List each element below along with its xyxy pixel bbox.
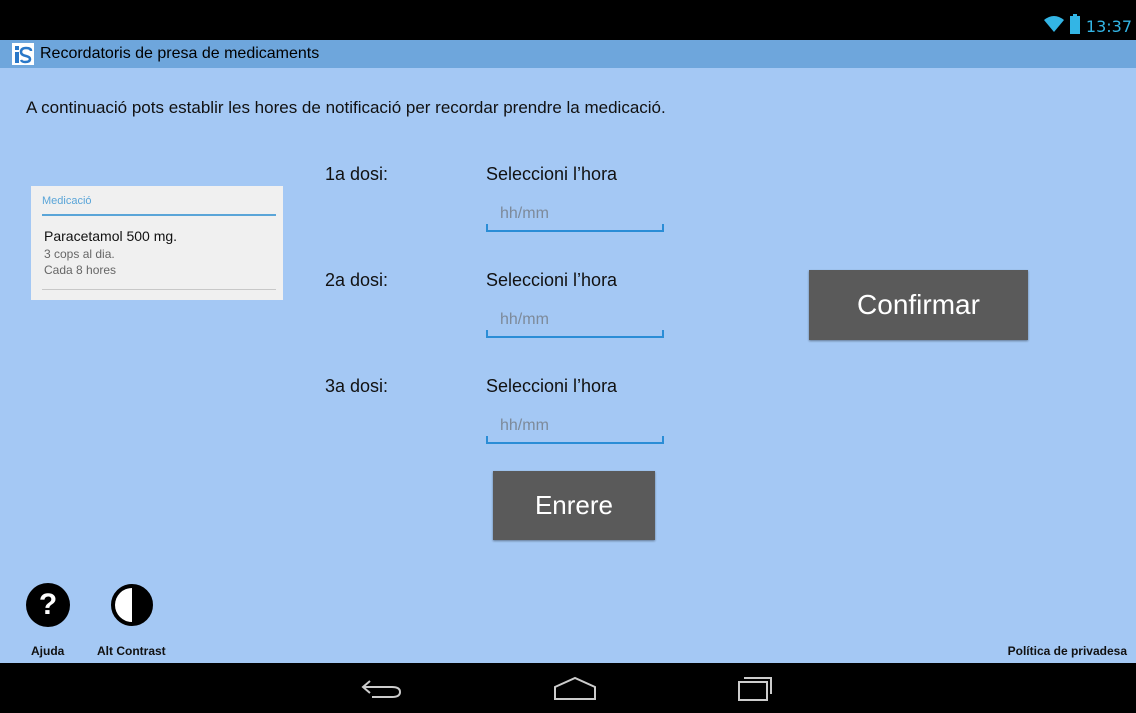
help-label[interactable]: Ajuda: [31, 644, 64, 658]
home-icon[interactable]: [545, 670, 605, 706]
question-icon[interactable]: ?: [26, 583, 70, 627]
status-time: 13:37: [1085, 16, 1132, 36]
dose-2-label: 2a dosi:: [325, 270, 389, 290]
recent-apps-icon[interactable]: [725, 670, 785, 706]
wifi-icon: [1043, 15, 1064, 38]
back-button[interactable]: Enrere: [493, 471, 655, 540]
action-bar: Recordatoris de presa de medicaments: [0, 40, 1136, 68]
intro-text: A continuació pots establir les hores de…: [26, 98, 666, 117]
dose-3-input-underline: [486, 436, 664, 444]
medication-interval: Cada 8 hores: [44, 263, 117, 277]
contrast-label[interactable]: Alt Contrast: [97, 644, 166, 658]
status-icons: 13:37: [1043, 13, 1132, 39]
back-icon[interactable]: [352, 670, 412, 706]
nav-bar: [0, 663, 1136, 713]
dose-3-select-label: Seleccioni l’hora: [486, 376, 618, 396]
medication-card-title: Medicació: [42, 195, 92, 207]
medication-frequency: 3 cops al dia.: [44, 247, 115, 261]
battery-icon: [1069, 13, 1080, 39]
status-bar: 13:37: [0, 0, 1136, 40]
dose-3-label: 3a dosi:: [325, 376, 389, 396]
card-bottom-divider: [42, 289, 276, 290]
medication-name: Paracetamol 500 mg.: [44, 228, 178, 244]
dose-2-input-underline: [486, 330, 664, 338]
card-divider: [42, 214, 276, 216]
dose-1-label: 1a dosi:: [325, 164, 389, 184]
dose-2-select-label: Seleccioni l’hora: [486, 270, 618, 290]
contrast-icon[interactable]: [110, 583, 154, 627]
dose-1-select-label: Seleccioni l’hora: [486, 164, 618, 184]
confirm-button[interactable]: Confirmar: [809, 270, 1028, 340]
privacy-link[interactable]: Política de privadesa: [1008, 644, 1127, 658]
medication-card: Medicació Paracetamol 500 mg. 3 cops al …: [31, 186, 283, 300]
main-content: A continuació pots establir les hores de…: [0, 68, 1136, 663]
app-logo-icon: [12, 43, 34, 65]
app-title: Recordatoris de presa de medicaments: [40, 45, 320, 62]
dose-1-input-underline: [486, 224, 664, 232]
